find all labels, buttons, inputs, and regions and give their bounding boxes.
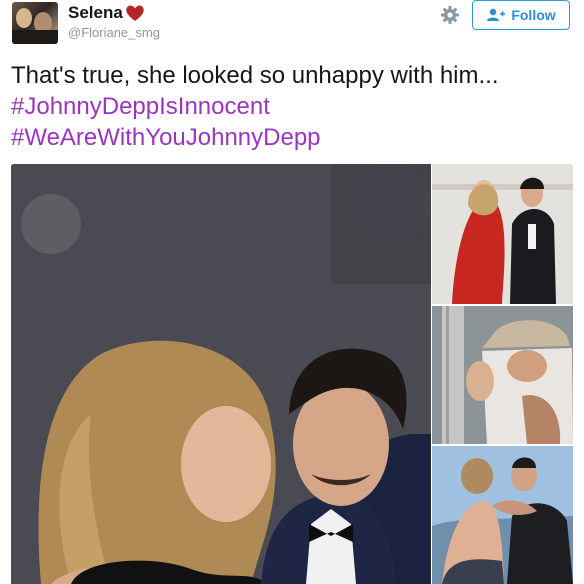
author-handle[interactable]: @Floriane_smg	[68, 25, 160, 40]
main-photo[interactable]	[11, 164, 431, 584]
thumbnail-photo[interactable]	[432, 164, 573, 304]
thumbnail-photo[interactable]	[432, 446, 573, 584]
tweet-text: That's true, she looked so unhappy with …	[11, 60, 576, 153]
add-user-icon	[487, 8, 506, 21]
media-grid	[11, 164, 573, 584]
hashtag-link[interactable]: #JohnnyDeppIsInnocent	[11, 91, 576, 122]
heart-icon	[126, 5, 144, 21]
author-name[interactable]: Selena	[68, 3, 123, 23]
follow-label: Follow	[511, 7, 556, 23]
follow-button[interactable]: Follow	[472, 0, 570, 30]
hashtag-link[interactable]: #WeAreWithYouJohnnyDepp	[11, 122, 576, 153]
thumbnail-photo[interactable]	[432, 306, 573, 444]
avatar[interactable]	[12, 2, 58, 44]
gear-icon[interactable]	[440, 5, 460, 25]
tweet-header: Selena @Floriane_smg Follow	[0, 0, 584, 54]
tweet-body: That's true, she looked so unhappy with …	[11, 62, 499, 89]
author-name-row: Selena	[68, 3, 145, 23]
